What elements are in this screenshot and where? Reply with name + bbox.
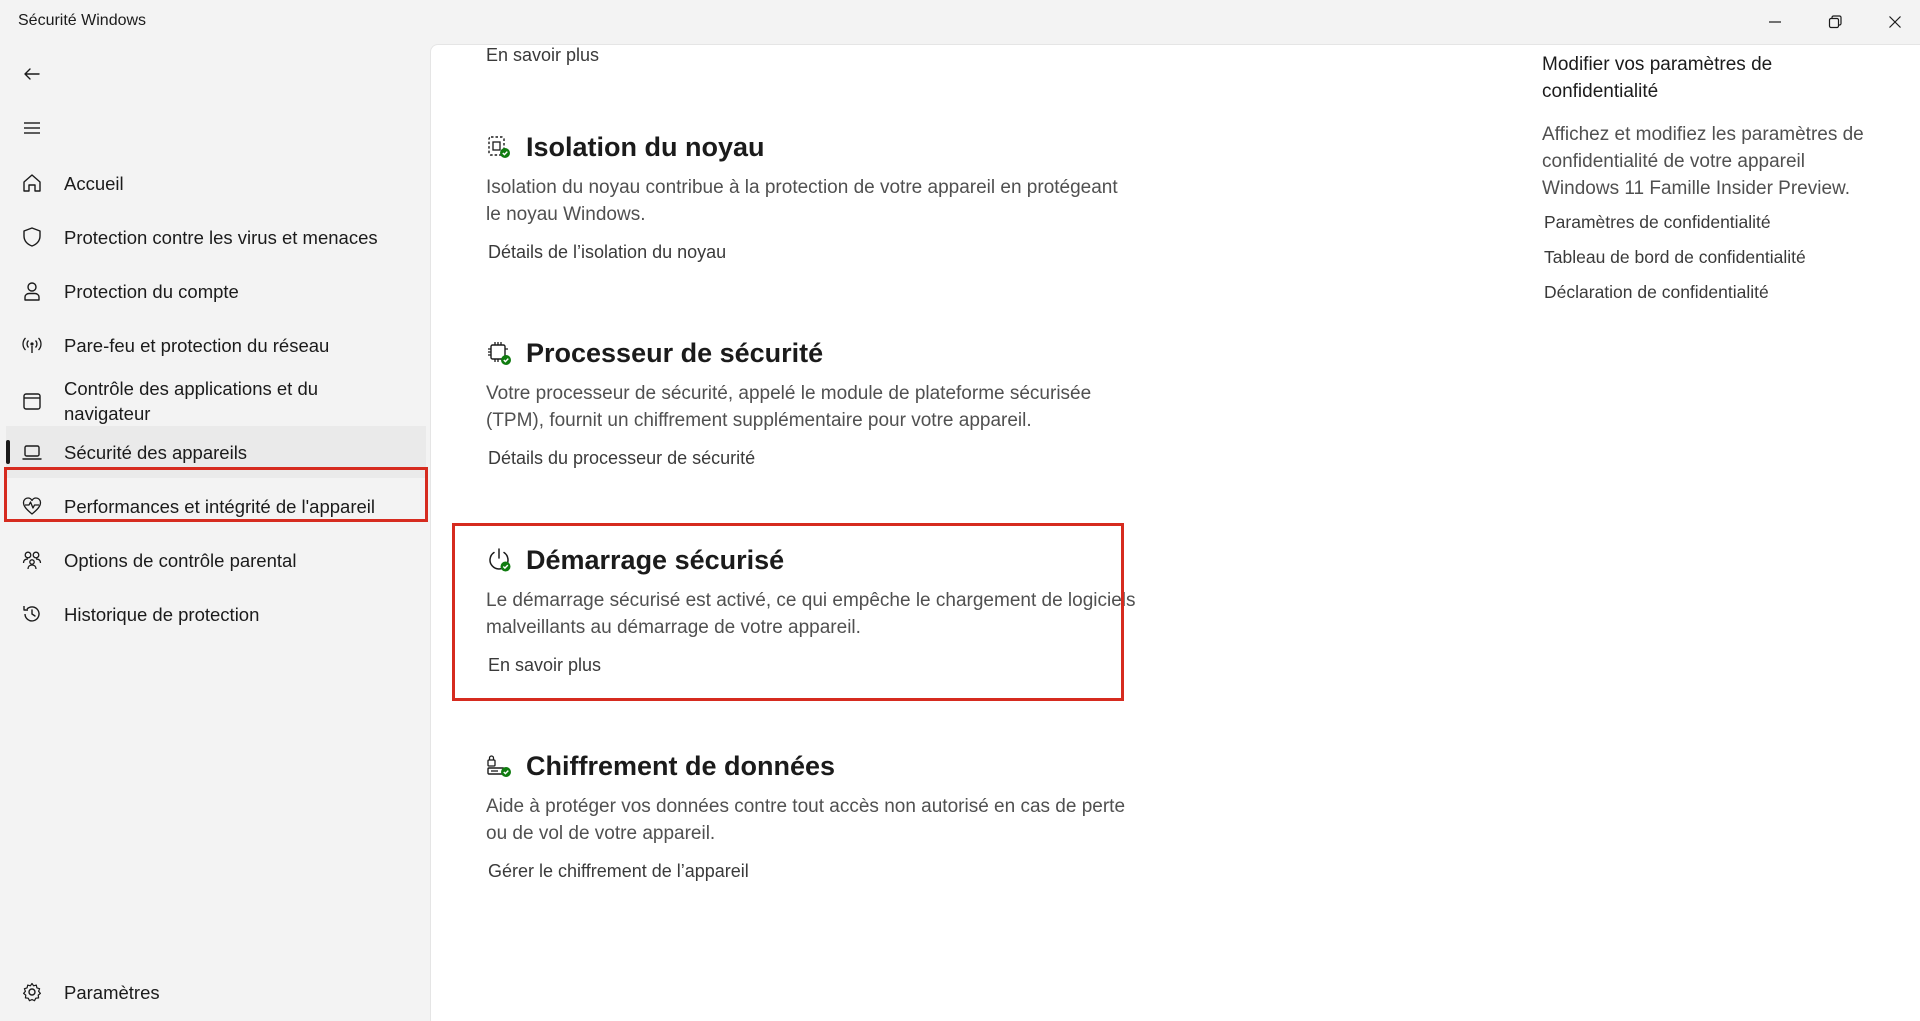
- shield-icon: [20, 225, 44, 249]
- highlight-frame-sidebar: [4, 467, 428, 522]
- back-button[interactable]: [12, 54, 52, 94]
- section-title: Isolation du noyau: [526, 132, 765, 162]
- person-icon: [20, 279, 44, 303]
- app-title: Sécurité Windows: [18, 12, 147, 29]
- data-encryption-icon: [486, 753, 512, 779]
- section-core-isolation: Isolation du noyau Isolation du noyau co…: [486, 128, 1136, 263]
- sidebar-item-label: Contrôle des applications et du navigate…: [64, 378, 319, 424]
- sidebar-item-family-options[interactable]: Options de contrôle parental: [6, 534, 426, 586]
- close-button[interactable]: [1865, 0, 1920, 44]
- sidebar-item-accueil[interactable]: Accueil: [6, 157, 426, 209]
- privacy-panel-title: Modifier vos paramètres de confidentiali…: [1542, 54, 1773, 102]
- section-description: Votre processeur de sécurité, appelé le …: [486, 383, 1092, 431]
- browser-window-icon: [20, 389, 44, 413]
- title-bar: Sécurité Windows: [0, 0, 1920, 44]
- back-arrow-icon: [24, 68, 40, 80]
- section-data-encryption: Chiffrement de données Aide à protéger v…: [486, 747, 1136, 882]
- section-description: Aide à protéger vos données contre tout …: [486, 796, 1126, 844]
- privacy-panel: Modifier vos paramètres de confidentiali…: [1542, 51, 1882, 303]
- core-isolation-icon: [486, 134, 512, 160]
- wireless-icon: [20, 333, 44, 357]
- minimize-icon: [1769, 21, 1781, 23]
- main-content: En savoir plus Isolation du noyau Isolat…: [430, 44, 1920, 1021]
- security-processor-details-link[interactable]: Détails du processeur de sécurité: [488, 448, 1136, 469]
- section-description: Isolation du noyau contribue à la protec…: [486, 177, 1118, 225]
- sidebar-item-app-browser-control[interactable]: Contrôle des applications et du navigate…: [6, 373, 426, 429]
- privacy-dashboard-link[interactable]: Tableau de bord de confidentialité: [1544, 247, 1882, 268]
- security-processor-icon: [486, 340, 512, 366]
- sidebar-item-label: Protection contre les virus et menaces: [64, 226, 378, 248]
- hamburger-menu-button[interactable]: [12, 108, 52, 148]
- manage-device-encryption-link[interactable]: Gérer le chiffrement de l’appareil: [488, 861, 1136, 882]
- close-icon: [1889, 16, 1901, 28]
- sidebar-item-firewall[interactable]: Pare-feu et protection du réseau: [6, 319, 426, 371]
- family-icon: [20, 548, 44, 572]
- section-title: Processeur de sécurité: [526, 338, 824, 368]
- minimize-button[interactable]: [1745, 0, 1805, 44]
- windows-security-window: Sécurité Windows Accueil Protection cont…: [0, 0, 1920, 1021]
- sidebar-item-label: Accueil: [64, 172, 124, 194]
- sidebar-item-label: Historique de protection: [64, 603, 260, 625]
- privacy-statement-link[interactable]: Déclaration de confidentialité: [1544, 282, 1882, 303]
- section-security-processor: Processeur de sécurité Votre processeur …: [486, 334, 1136, 469]
- sidebar-item-virus-protection[interactable]: Protection contre les virus et menaces: [6, 211, 426, 263]
- sidebar-item-label: Protection du compte: [64, 280, 239, 302]
- sidebar-item-label: Sécurité des appareils: [64, 441, 248, 463]
- home-icon: [20, 171, 44, 195]
- sidebar-item-label: Pare-feu et protection du réseau: [64, 334, 330, 356]
- sidebar-item-settings[interactable]: Paramètres: [6, 966, 426, 1018]
- sidebar-item-label: Paramètres: [64, 981, 160, 1003]
- laptop-icon: [20, 440, 44, 464]
- learn-more-link[interactable]: En savoir plus: [486, 45, 599, 66]
- section-title: Chiffrement de données: [526, 751, 836, 781]
- privacy-panel-description: Affichez et modifiez les paramètres de c…: [1542, 124, 1864, 199]
- sidebar: Accueil Protection contre les virus et m…: [0, 44, 430, 1021]
- sidebar-item-protection-history[interactable]: Historique de protection: [6, 588, 426, 640]
- gear-icon: [20, 980, 44, 1004]
- history-icon: [20, 602, 44, 626]
- sidebar-item-label: Options de contrôle parental: [64, 549, 297, 571]
- highlight-frame-secure-boot: [452, 523, 1124, 701]
- sidebar-item-account-protection[interactable]: Protection du compte: [6, 265, 426, 317]
- privacy-settings-link[interactable]: Paramètres de confidentialité: [1544, 212, 1882, 233]
- core-isolation-details-link[interactable]: Détails de l’isolation du noyau: [488, 242, 1136, 263]
- hamburger-icon: [24, 122, 40, 134]
- restore-button[interactable]: [1805, 0, 1865, 44]
- restore-icon: [1828, 15, 1842, 29]
